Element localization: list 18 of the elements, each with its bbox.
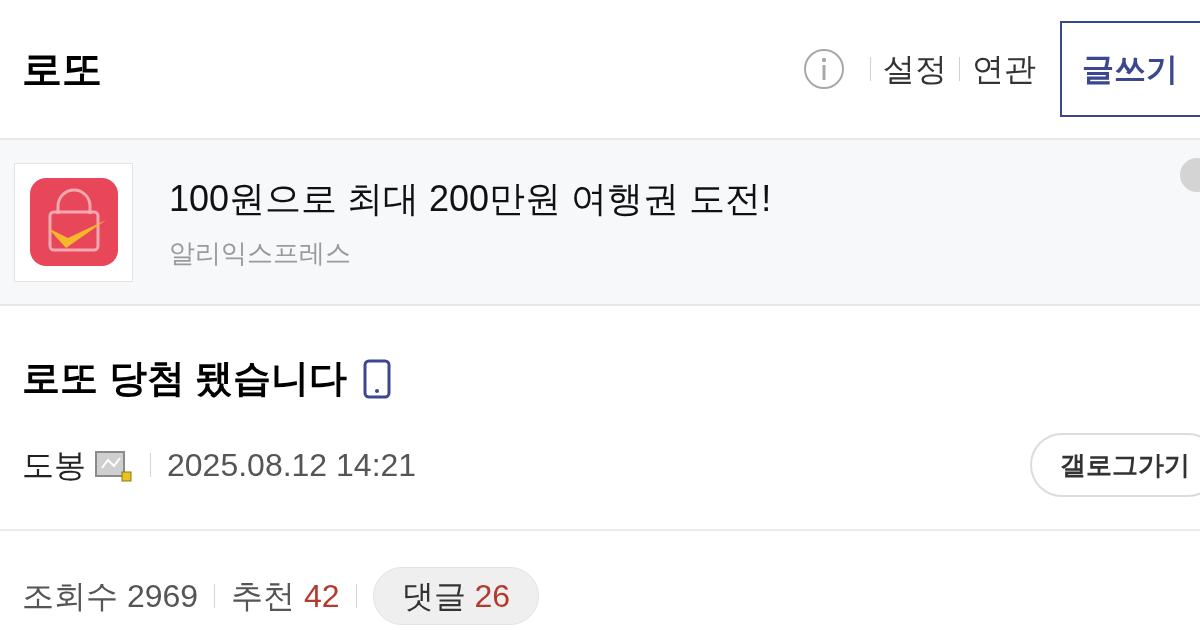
author-name[interactable]: 도봉 xyxy=(22,441,86,489)
ad-headline: 100원으로 최대 200만원 여행권 도전! xyxy=(169,176,772,221)
ad-banner[interactable]: 100원으로 최대 200만원 여행권 도전! 알리익스프레스 xyxy=(0,138,1200,306)
stat-text: 조회수 2969 xyxy=(22,577,199,616)
shopping-bag-icon xyxy=(29,178,118,266)
advertiser-name: 알리익스프레스 xyxy=(169,236,352,270)
header-link[interactable]: 연관 xyxy=(972,45,1036,93)
header-link[interactable]: 설정 xyxy=(883,45,947,93)
comment-count-button[interactable]: 댓글 26 xyxy=(372,567,540,625)
phone-icon xyxy=(363,358,392,399)
post-date: 2025.08.12 14:21 xyxy=(167,446,417,485)
stat-text: 추천 42 xyxy=(231,577,340,616)
post-title: 로또 당첨 됐습니다 xyxy=(22,356,348,401)
info-icon[interactable] xyxy=(802,47,846,91)
user-badge-icon xyxy=(94,448,134,482)
write-button[interactable]: 글쓰기 xyxy=(1060,21,1200,117)
gallog-button[interactable]: 갤로그가기 xyxy=(1030,433,1200,497)
board-title: 로또 xyxy=(22,46,102,93)
